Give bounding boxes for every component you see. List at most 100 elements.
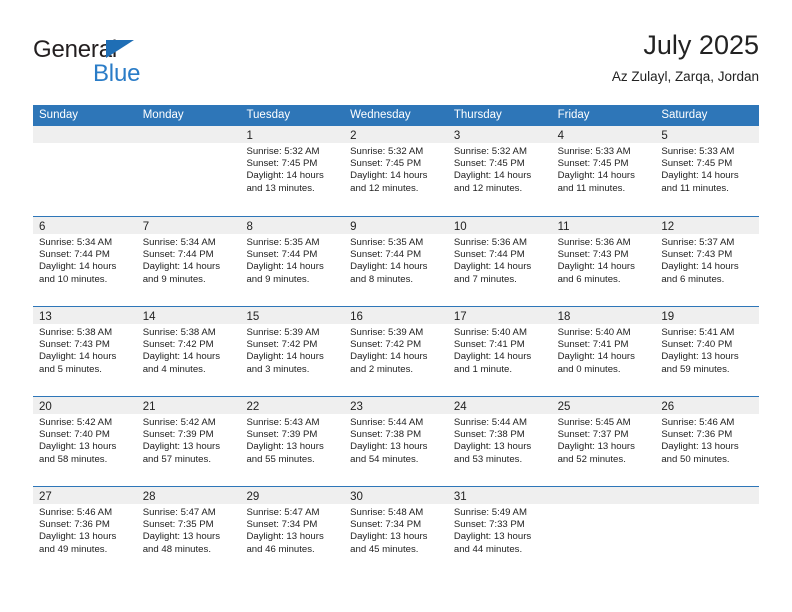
sunrise-text: Sunrise: 5:32 AM — [246, 146, 320, 157]
day-number-band: 14 — [136, 307, 241, 324]
sunset-text: Sunset: 7:36 PM — [39, 519, 110, 531]
day-number-band: 20 — [33, 397, 137, 414]
sunset-text: Sunset: 7:45 PM — [350, 158, 422, 170]
calendar-day-cell[interactable]: 19 Sunrise: 5:41 AM Sunset: 7:40 PM Dayligh… — [655, 307, 760, 396]
sunrise-text: Sunrise: 5:35 AM — [350, 237, 424, 248]
day-info: Sunrise: 5:35 AM Sunset: 7:44 PM Daylight:… — [240, 234, 344, 286]
sunset-text: Sunset: 7:33 PM — [453, 519, 525, 531]
day-number: 4 — [557, 130, 564, 142]
calendar-page: General Blue July 2025 Az Zulayl, Zarqa,… — [0, 0, 792, 612]
calendar-day-cell[interactable]: 1 Sunrise: 5:32 AM Sunset: 7:45 PM Daylight… — [240, 126, 345, 216]
day-info: Sunrise: 5:39 AM Sunset: 7:42 PM Daylight:… — [240, 324, 344, 376]
calendar-week-row: 27 Sunrise: 5:46 AM Sunset: 7:36 PM Dayligh… — [33, 486, 760, 576]
day-number: 31 — [453, 491, 467, 503]
day-number-band: 16 — [344, 307, 448, 324]
calendar-day-cell[interactable]: 24 Sunrise: 5:44 AM Sunset: 7:38 PM Dayligh… — [447, 397, 552, 486]
day-number-band: 17 — [447, 307, 552, 324]
day-number-band — [136, 126, 241, 143]
daylight-text: Daylight: 14 hours and 1 minute. — [453, 351, 532, 375]
sunrise-text: Sunrise: 5:47 AM — [246, 507, 320, 518]
daylight-text: Daylight: 13 hours and 59 minutes. — [661, 351, 739, 375]
page-header: General Blue July 2025 Az Zulayl, Zarqa,… — [33, 28, 759, 98]
daylight-text: Daylight: 14 hours and 11 minutes. — [557, 170, 635, 194]
calendar-day-cell[interactable]: 3 Sunrise: 5:32 AM Sunset: 7:45 PM Daylight… — [447, 126, 552, 216]
day-number-band: 4 — [551, 126, 656, 143]
day-number: 24 — [453, 401, 467, 413]
day-number: 7 — [142, 221, 150, 233]
day-number: 13 — [39, 311, 52, 323]
logo-text-blue: Blue — [93, 60, 141, 87]
day-number-band: 3 — [447, 126, 552, 143]
logo-triangle-icon — [106, 40, 134, 58]
day-number: 16 — [350, 311, 363, 323]
calendar-day-cell[interactable]: 5 Sunrise: 5:33 AM Sunset: 7:45 PM Daylight… — [655, 126, 760, 216]
day-number: 21 — [142, 401, 156, 413]
day-info: Sunrise: 5:32 AM Sunset: 7:45 PM Daylight:… — [240, 143, 344, 195]
calendar-day-cell[interactable]: 27 Sunrise: 5:46 AM Sunset: 7:36 PM Dayligh… — [33, 487, 137, 576]
calendar-day-cell[interactable]: 28 Sunrise: 5:47 AM Sunset: 7:35 PM Dayligh… — [136, 487, 241, 576]
day-number-band: 29 — [240, 487, 345, 504]
calendar-day-cell[interactable]: 10 Sunrise: 5:36 AM Sunset: 7:44 PM Dayligh… — [447, 217, 552, 306]
day-number: 3 — [453, 130, 461, 142]
calendar-day-cell[interactable]: 7 Sunrise: 5:34 AM Sunset: 7:44 PM Daylight… — [136, 217, 241, 306]
sunset-text: Sunset: 7:44 PM — [39, 249, 110, 261]
day-number-band: 25 — [551, 397, 656, 414]
calendar-day-cell-empty — [33, 126, 137, 216]
calendar-day-cell[interactable]: 23 Sunrise: 5:44 AM Sunset: 7:38 PM Dayligh… — [344, 397, 448, 486]
sunrise-text: Sunrise: 5:43 AM — [246, 417, 320, 428]
sunrise-text: Sunrise: 5:32 AM — [350, 146, 424, 157]
calendar-day-cell[interactable]: 8 Sunrise: 5:35 AM Sunset: 7:44 PM Daylight… — [240, 217, 345, 306]
calendar-day-cell[interactable]: 9 Sunrise: 5:35 AM Sunset: 7:44 PM Daylight… — [344, 217, 448, 306]
day-number-band: 30 — [344, 487, 448, 504]
sunset-text: Sunset: 7:45 PM — [661, 158, 733, 170]
calendar-day-cell[interactable]: 15 Sunrise: 5:39 AM Sunset: 7:42 PM Dayligh… — [240, 307, 345, 396]
calendar-day-cell[interactable]: 21 Sunrise: 5:42 AM Sunset: 7:39 PM Dayligh… — [136, 397, 241, 486]
sunrise-text: Sunrise: 5:34 AM — [142, 237, 216, 248]
day-info: Sunrise: 5:40 AM Sunset: 7:41 PM Daylight:… — [552, 324, 656, 376]
day-number-band: 19 — [655, 307, 760, 324]
calendar-day-cell[interactable]: 2 Sunrise: 5:32 AM Sunset: 7:45 PM Daylight… — [344, 126, 448, 216]
day-number-band: 21 — [136, 397, 241, 414]
calendar-day-cell[interactable]: 20 Sunrise: 5:42 AM Sunset: 7:40 PM Dayligh… — [33, 397, 137, 486]
calendar-day-cell[interactable]: 11 Sunrise: 5:36 AM Sunset: 7:43 PM Dayligh… — [551, 217, 656, 306]
day-info: Sunrise: 5:47 AM Sunset: 7:34 PM Daylight:… — [240, 504, 344, 556]
sunrise-text: Sunrise: 5:36 AM — [557, 237, 631, 248]
calendar-day-cell[interactable]: 29 Sunrise: 5:47 AM Sunset: 7:34 PM Dayligh… — [240, 487, 345, 576]
day-number-band: 28 — [136, 487, 241, 504]
calendar-day-cell[interactable]: 6 Sunrise: 5:34 AM Sunset: 7:44 PM Daylight… — [33, 217, 137, 306]
day-number: 10 — [453, 221, 467, 233]
calendar-day-cell[interactable]: 31 Sunrise: 5:49 AM Sunset: 7:33 PM Dayligh… — [447, 487, 552, 576]
sunset-text: Sunset: 7:40 PM — [39, 429, 110, 441]
sunrise-text: Sunrise: 5:42 AM — [142, 417, 216, 428]
calendar-day-cell[interactable]: 16 Sunrise: 5:39 AM Sunset: 7:42 PM Dayligh… — [344, 307, 448, 396]
daylight-text: Daylight: 13 hours and 46 minutes. — [246, 531, 324, 555]
calendar-day-cell[interactable]: 17 Sunrise: 5:40 AM Sunset: 7:41 PM Dayligh… — [447, 307, 552, 396]
calendar-day-cell[interactable]: 25 Sunrise: 5:45 AM Sunset: 7:37 PM Dayligh… — [551, 397, 656, 486]
day-number: 28 — [142, 491, 156, 503]
daylight-text: Daylight: 14 hours and 12 minutes. — [453, 170, 532, 194]
daylight-text: Daylight: 14 hours and 6 minutes. — [661, 261, 739, 285]
calendar-day-cell[interactable]: 13 Sunrise: 5:38 AM Sunset: 7:43 PM Dayligh… — [33, 307, 137, 396]
weekday-header-row: Sunday Monday Tuesday Wednesday Thursday… — [33, 105, 759, 126]
day-number-band: 15 — [240, 307, 345, 324]
day-number-band: 1 — [240, 126, 345, 143]
general-blue-logo[interactable]: General Blue — [33, 36, 263, 92]
calendar-day-cell[interactable]: 26 Sunrise: 5:46 AM Sunset: 7:36 PM Dayligh… — [655, 397, 760, 486]
day-number: 30 — [350, 491, 363, 503]
calendar-day-cell[interactable]: 22 Sunrise: 5:43 AM Sunset: 7:39 PM Dayligh… — [240, 397, 345, 486]
calendar-day-cell[interactable]: 12 Sunrise: 5:37 AM Sunset: 7:43 PM Dayligh… — [655, 217, 760, 306]
calendar-day-cell[interactable]: 14 Sunrise: 5:38 AM Sunset: 7:42 PM Dayligh… — [136, 307, 241, 396]
sunrise-text: Sunrise: 5:39 AM — [350, 327, 424, 338]
day-info: Sunrise: 5:47 AM Sunset: 7:35 PM Daylight:… — [137, 504, 241, 556]
weeks-container: 1 Sunrise: 5:32 AM Sunset: 7:45 PM Daylight… — [33, 126, 760, 576]
sunset-text: Sunset: 7:38 PM — [453, 429, 525, 441]
day-number: 1 — [246, 130, 253, 142]
calendar-day-cell[interactable]: 18 Sunrise: 5:40 AM Sunset: 7:41 PM Dayligh… — [551, 307, 656, 396]
calendar-day-cell[interactable]: 4 Sunrise: 5:33 AM Sunset: 7:45 PM Daylight… — [551, 126, 656, 216]
sunrise-text: Sunrise: 5:47 AM — [142, 507, 216, 518]
day-info: Sunrise: 5:43 AM Sunset: 7:39 PM Daylight:… — [240, 414, 344, 466]
daylight-text: Daylight: 13 hours and 57 minutes. — [142, 441, 221, 465]
sunset-text: Sunset: 7:40 PM — [661, 339, 733, 351]
sunrise-text: Sunrise: 5:32 AM — [453, 146, 527, 157]
calendar-day-cell[interactable]: 30 Sunrise: 5:48 AM Sunset: 7:34 PM Dayligh… — [344, 487, 448, 576]
